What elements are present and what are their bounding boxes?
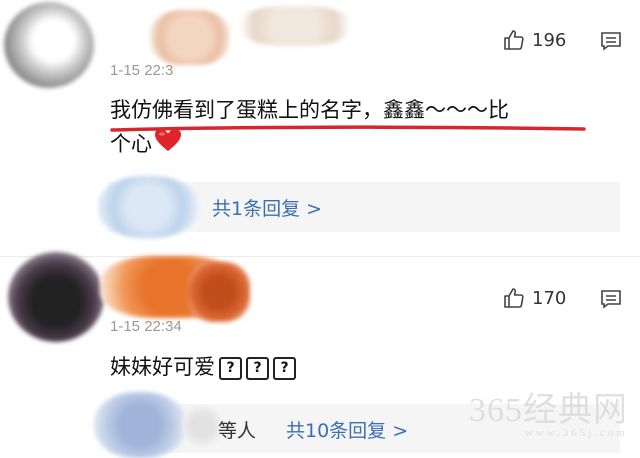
thumbs-up-icon: [502, 28, 526, 52]
timestamp: 1-15 22:34: [110, 318, 182, 335]
comment-icon[interactable]: [600, 289, 622, 309]
watermark-logo: 365经典网 www.365j.com: [469, 392, 628, 439]
thumbs-up-icon: [502, 286, 526, 310]
unknown-char-box: ?: [273, 356, 296, 380]
avatar[interactable]: [4, 2, 94, 88]
username-blur[interactable]: [150, 10, 230, 65]
replier-avatar-blur: [94, 392, 186, 458]
timestamp: 1-15 22:3: [110, 62, 174, 79]
replier-name-blur: [182, 406, 222, 446]
replier-avatar-blur: [98, 176, 198, 238]
replier-suffix: 等人: [218, 420, 257, 442]
like-count: 170: [532, 287, 567, 309]
reply-box[interactable]: 共1条回复 >: [98, 176, 620, 238]
like-button[interactable]: 170: [502, 286, 566, 310]
divider: [0, 256, 640, 257]
unknown-char-box: ?: [246, 356, 269, 380]
comment-text: 妹妹好可爱???: [110, 348, 296, 386]
like-count: 196: [532, 29, 567, 51]
username-blur: [240, 6, 350, 46]
view-replies-link[interactable]: 共10条回复 >: [286, 416, 408, 443]
view-replies-link[interactable]: 共1条回复 >: [212, 194, 322, 221]
like-button[interactable]: 196: [502, 28, 566, 52]
comment-icon[interactable]: [600, 31, 622, 51]
username-blur: [188, 262, 250, 322]
unknown-char-box: ?: [219, 356, 242, 380]
avatar[interactable]: [8, 252, 104, 342]
red-underline: [110, 125, 586, 132]
